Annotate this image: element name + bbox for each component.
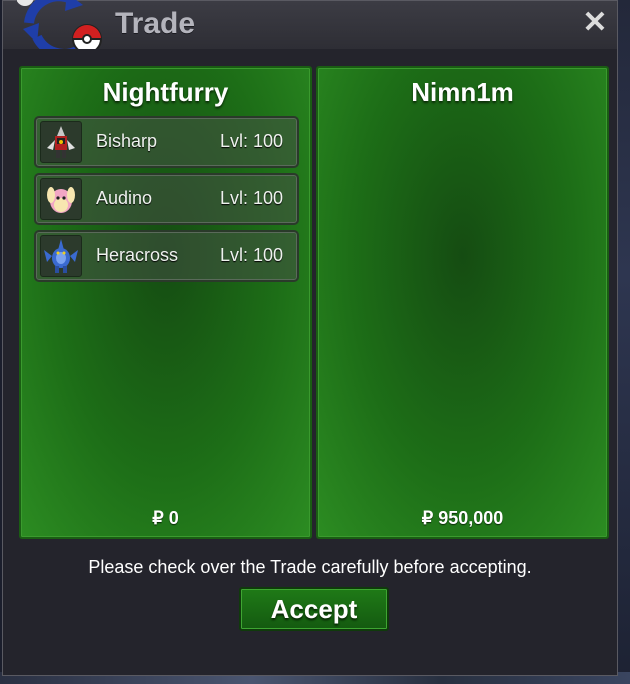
money-amount: ₽ 0 (152, 508, 179, 528)
trade-content: Nightfurry Bisharp Lvl: 100 Audino Lvl: … (3, 49, 617, 675)
panel-owner-name: Nimn1m (411, 77, 514, 107)
bisharp-icon (40, 121, 82, 163)
panel-owner-name: Nightfurry (102, 77, 229, 107)
pokemon-level: Lvl: 100 (219, 245, 283, 265)
pokemon-name: Heracross (96, 245, 179, 265)
pokemon-slot-heracross[interactable]: Heracross Lvl: 100 (34, 230, 299, 282)
pokemon-slot-bisharp[interactable]: Bisharp Lvl: 100 (34, 116, 299, 168)
close-icon[interactable]: ✕ (579, 7, 611, 39)
audino-icon (40, 178, 82, 220)
pokemon-level: Lvl: 100 (219, 131, 283, 151)
pokemon-name: Audino (96, 188, 153, 208)
title-bar[interactable]: Trade ✕ (3, 0, 617, 59)
offer-panel-nightfurry: Nightfurry Bisharp Lvl: 100 Audino Lvl: … (19, 66, 312, 539)
heracross-icon (40, 235, 82, 277)
pokemon-slot-audino[interactable]: Audino Lvl: 100 (34, 173, 299, 225)
trade-notice: Please check over the Trade carefully be… (88, 557, 532, 577)
pokemon-level: Lvl: 100 (219, 188, 283, 208)
money-amount: ₽ 950,000 (421, 508, 504, 528)
accept-button[interactable]: Accept (239, 587, 389, 631)
trade-window: Trade ✕ Nightfurry Bisharp Lvl: 100 Audi… (2, 0, 618, 676)
background-right (616, 0, 630, 684)
pokemon-name: Bisharp (96, 131, 158, 151)
offer-panel-nimn1m: Nimn1m ₽ 950,000 (316, 66, 609, 539)
window-title: Trade (115, 7, 196, 40)
